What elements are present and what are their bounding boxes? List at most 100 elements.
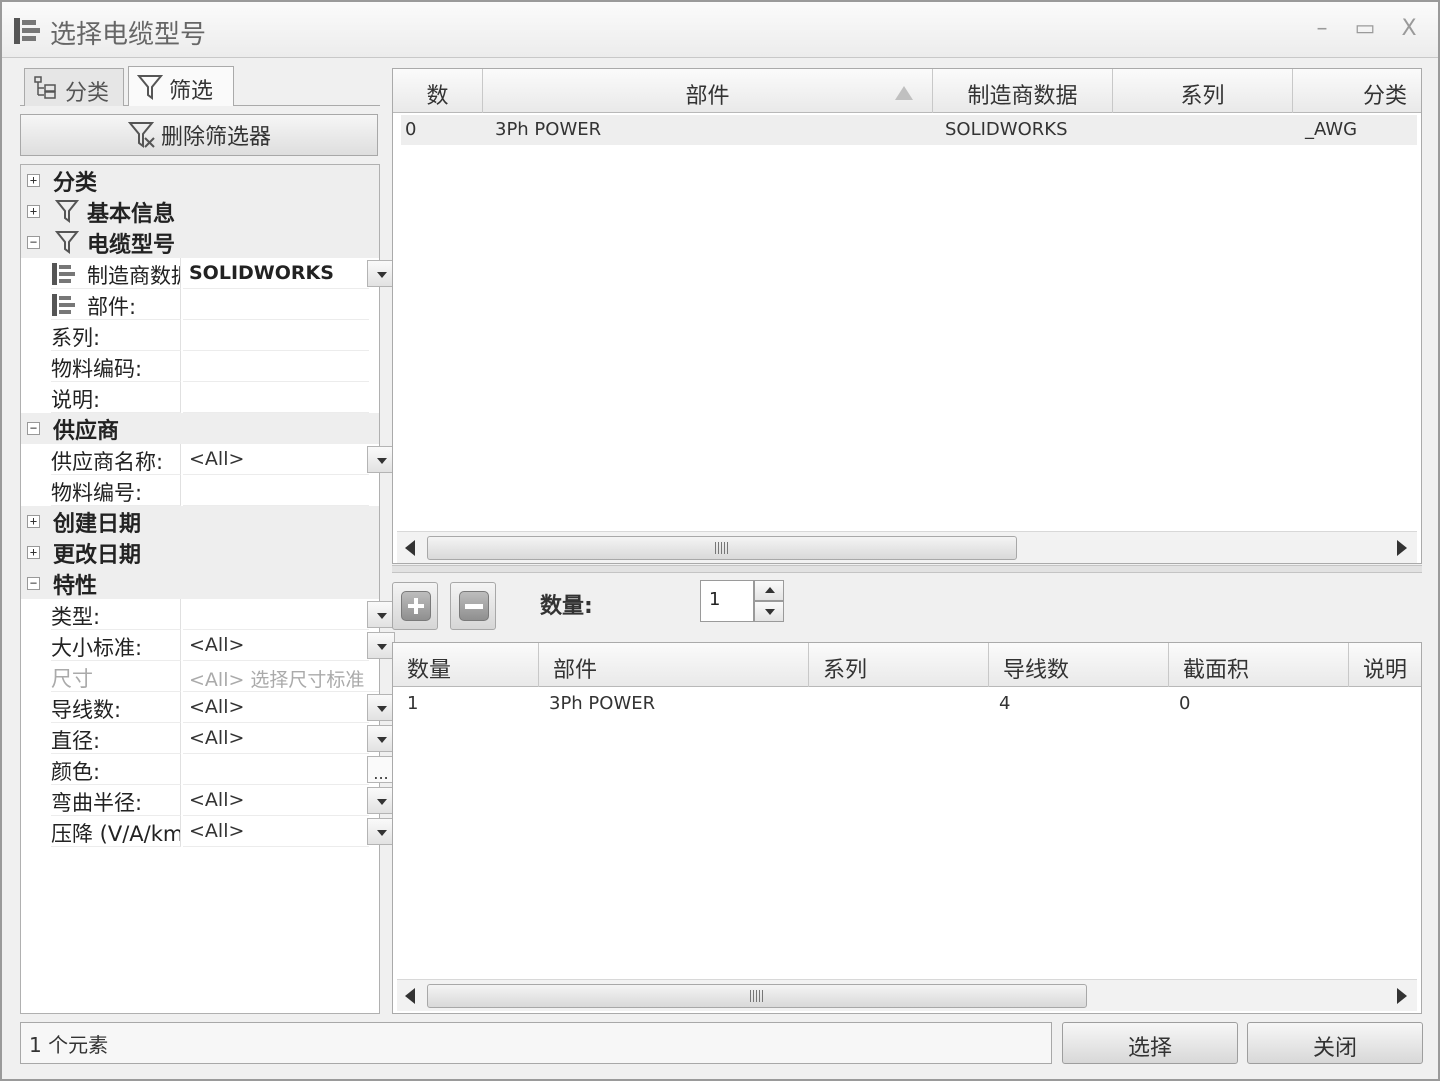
- column-header-series[interactable]: 系列: [809, 643, 989, 687]
- type-value[interactable]: [183, 599, 369, 630]
- table-row[interactable]: 0 3Ph POWER SOLIDWORKS _AWG: [401, 115, 1417, 145]
- group-label: 创建日期: [53, 511, 142, 537]
- column-header-num[interactable]: 数: [393, 69, 483, 113]
- property-name: 制造商数据:: [51, 258, 181, 289]
- column-header-part[interactable]: 部件: [539, 643, 809, 687]
- property-supplier-name[interactable]: 供应商名称: <All>: [21, 444, 395, 475]
- column-header-cross-section[interactable]: 截面积: [1169, 643, 1349, 687]
- tab-filter[interactable]: 筛选: [128, 66, 234, 106]
- column-header-category[interactable]: 分类: [1293, 69, 1421, 113]
- property-conductor-count[interactable]: 导线数: <All>: [21, 692, 395, 723]
- scroll-right-icon[interactable]: [1397, 988, 1407, 1004]
- scroll-left-icon[interactable]: [405, 540, 415, 556]
- series-value[interactable]: [183, 320, 369, 351]
- property-description[interactable]: 说明:: [21, 382, 379, 413]
- collapse-icon[interactable]: −: [27, 236, 40, 249]
- property-name: 大小标准:: [51, 630, 181, 661]
- tab-category[interactable]: 分类: [24, 68, 124, 106]
- select-button[interactable]: 选择: [1062, 1022, 1238, 1064]
- property-part[interactable]: 部件:: [21, 289, 379, 320]
- tree-group-cable-model[interactable]: − 电缆型号: [21, 227, 379, 258]
- dropdown-arrow-icon[interactable]: [367, 818, 395, 845]
- dropdown-arrow-icon[interactable]: [367, 632, 395, 659]
- property-color[interactable]: 颜色: ...: [21, 754, 395, 785]
- property-manufacturer[interactable]: 制造商数据: SOLIDWORKS: [21, 258, 395, 289]
- column-header-description[interactable]: 说明: [1349, 643, 1421, 687]
- results-horizontal-scrollbar[interactable]: [397, 531, 1417, 563]
- dropdown-arrow-icon[interactable]: [367, 787, 395, 814]
- property-type[interactable]: 类型:: [21, 599, 395, 630]
- dropdown-arrow-icon[interactable]: [367, 725, 395, 752]
- tree-group-category[interactable]: + 分类: [21, 165, 379, 196]
- scroll-right-icon[interactable]: [1397, 540, 1407, 556]
- tree-group-created-date[interactable]: + 创建日期: [21, 506, 379, 537]
- color-picker-button[interactable]: ...: [367, 756, 395, 783]
- dropdown-arrow-icon[interactable]: [367, 694, 395, 721]
- expand-icon[interactable]: +: [27, 546, 40, 559]
- increase-quantity-icon[interactable]: [754, 580, 784, 601]
- close-button[interactable]: 关闭: [1247, 1022, 1423, 1064]
- quantity-input[interactable]: 1: [700, 580, 754, 622]
- add-button[interactable]: [392, 582, 438, 630]
- maximize-button[interactable]: ▭: [1350, 16, 1380, 41]
- property-size-standard[interactable]: 大小标准: <All>: [21, 630, 395, 661]
- property-voltage-drop[interactable]: 压降 (V/A/km): <All>: [21, 816, 395, 847]
- conductor-count-value[interactable]: <All>: [183, 692, 369, 723]
- tree-group-basic-info[interactable]: + 基本信息: [21, 196, 379, 227]
- column-header-series[interactable]: 系列: [1113, 69, 1293, 113]
- selection-grid-header: 数量 部件 系列 导线数 截面积 说明: [393, 643, 1421, 687]
- manufacturer-value[interactable]: SOLIDWORKS: [183, 258, 369, 289]
- property-material-number[interactable]: 物料编号:: [21, 475, 379, 506]
- remove-button[interactable]: [450, 582, 496, 630]
- property-diameter[interactable]: 直径: <All>: [21, 723, 395, 754]
- scroll-left-icon[interactable]: [405, 988, 415, 1004]
- decrease-quantity-icon[interactable]: [754, 601, 784, 622]
- tree-group-supplier[interactable]: − 供应商: [21, 413, 379, 444]
- table-row[interactable]: 1 3Ph POWER 4 0: [401, 689, 1417, 719]
- supplier-name-value[interactable]: <All>: [183, 444, 369, 475]
- dropdown-arrow-icon[interactable]: [367, 601, 395, 628]
- group-label: 电缆型号: [87, 232, 176, 258]
- tree-group-modified-date[interactable]: + 更改日期: [21, 537, 379, 568]
- collapse-icon[interactable]: −: [27, 422, 40, 435]
- expand-icon[interactable]: +: [27, 174, 40, 187]
- funnel-icon: [137, 75, 163, 100]
- property-name: 颜色:: [51, 754, 181, 785]
- property-series[interactable]: 系列:: [21, 320, 379, 351]
- size-value: <All> 选择尺寸标准: [183, 661, 379, 692]
- delete-filter-label: 删除筛选器: [160, 125, 271, 150]
- title-bar[interactable]: 选择电缆型号 – ▭ X: [2, 2, 1438, 58]
- grip-icon: [715, 542, 729, 554]
- material-code-value[interactable]: [183, 351, 369, 382]
- dropdown-arrow-icon[interactable]: [367, 446, 395, 473]
- material-number-value[interactable]: [183, 475, 369, 506]
- size-standard-value[interactable]: <All>: [183, 630, 369, 661]
- dropdown-arrow-icon[interactable]: [367, 260, 395, 287]
- delete-filter-button[interactable]: 删除筛选器: [20, 114, 378, 156]
- voltage-drop-value[interactable]: <All>: [183, 816, 369, 847]
- expand-icon[interactable]: +: [27, 205, 40, 218]
- property-bend-radius[interactable]: 弯曲半径: <All>: [21, 785, 395, 816]
- selection-horizontal-scrollbar[interactable]: [397, 979, 1417, 1011]
- column-header-manufacturer[interactable]: 制造商数据: [933, 69, 1113, 113]
- scrollbar-thumb[interactable]: [427, 984, 1087, 1008]
- panel-splitter[interactable]: [392, 565, 1422, 573]
- status-bar: 1 个元素: [20, 1022, 1052, 1064]
- close-window-button[interactable]: X: [1394, 16, 1424, 41]
- column-header-conductors[interactable]: 导线数: [989, 643, 1169, 687]
- part-value[interactable]: [183, 289, 369, 320]
- collapse-icon[interactable]: −: [27, 577, 40, 590]
- column-header-quantity[interactable]: 数量: [393, 643, 539, 687]
- plus-icon: [401, 591, 431, 621]
- expand-icon[interactable]: +: [27, 515, 40, 528]
- color-value[interactable]: [183, 754, 369, 785]
- scrollbar-thumb[interactable]: [427, 536, 1017, 560]
- column-header-part[interactable]: 部件: [483, 69, 933, 113]
- tree-group-characteristics[interactable]: − 特性: [21, 568, 379, 599]
- property-material-code[interactable]: 物料编码:: [21, 351, 379, 382]
- minus-icon: [459, 591, 489, 621]
- diameter-value[interactable]: <All>: [183, 723, 369, 754]
- description-value[interactable]: [183, 382, 369, 413]
- minimize-button[interactable]: –: [1307, 16, 1337, 41]
- bend-radius-value[interactable]: <All>: [183, 785, 369, 816]
